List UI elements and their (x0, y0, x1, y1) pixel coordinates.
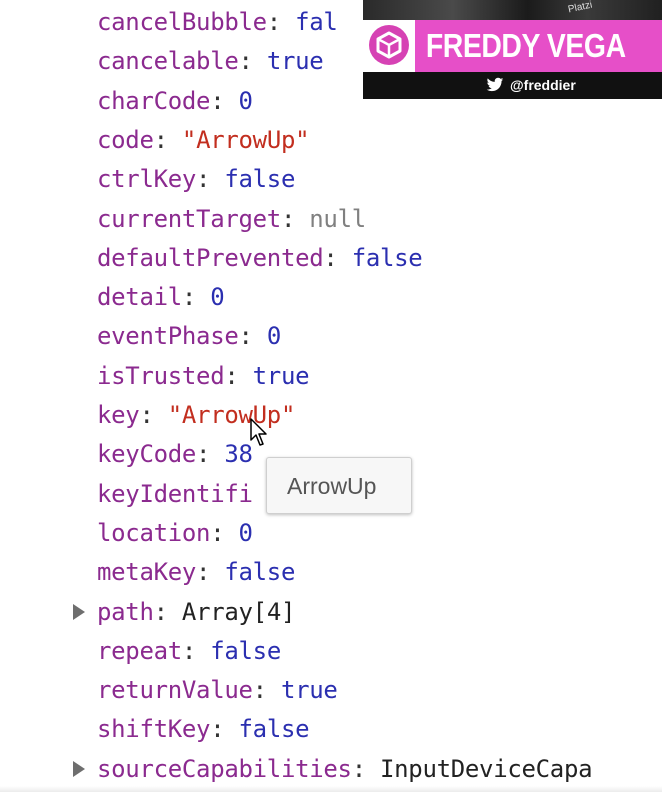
property-separator: : (153, 597, 182, 626)
property-value: false (238, 715, 310, 744)
property-value: true (266, 47, 324, 76)
property-key: eventPhase (97, 322, 239, 351)
property-value: "ArrowUp" (181, 125, 310, 154)
property-row[interactable]: keyCode: 38 (97, 435, 253, 473)
property-row[interactable]: shiftKey: false (97, 710, 310, 748)
property-row[interactable]: keyIdentifi (97, 475, 253, 513)
property-value: false (351, 243, 423, 272)
property-row[interactable]: charCode: 0 (97, 82, 253, 120)
property-key: charCode (97, 86, 211, 115)
property-value: false (210, 636, 281, 665)
console-object-properties: cancelBubble: fal cancelable: true charCod… (0, 0, 662, 792)
property-row[interactable]: path: Array[4] (97, 593, 295, 631)
property-row[interactable]: cancelBubble: fal (97, 3, 338, 41)
brand-text: Platzi (567, 0, 594, 16)
property-value: 0 (210, 283, 225, 312)
property-separator: : (196, 440, 225, 469)
expand-arrow-icon[interactable] (73, 760, 85, 777)
property-value: 0 (238, 518, 253, 547)
property-separator: : (238, 47, 267, 76)
value-tooltip: ArrowUp (266, 457, 412, 514)
property-separator: : (238, 322, 267, 351)
property-separator: : (139, 401, 168, 429)
bottom-edge (0, 786, 662, 792)
property-key: returnValue (97, 676, 253, 705)
property-value: 0 (238, 86, 253, 115)
property-separator: : (196, 165, 225, 194)
streamer-name: FREDDY VEGA (425, 27, 626, 64)
property-row[interactable]: location: 0 (97, 514, 253, 552)
property-value: 0 (266, 322, 281, 351)
mouse-pointer-icon (250, 418, 267, 446)
property-value: true (252, 361, 310, 390)
property-row[interactable]: code: "ArrowUp" (97, 121, 310, 159)
property-separator: : (280, 204, 310, 233)
property-value: "ArrowUp" (167, 401, 296, 429)
property-row[interactable]: cancelable: true (97, 42, 324, 80)
property-separator: : (210, 518, 239, 547)
property-row[interactable]: defaultPrevented: false (97, 239, 423, 277)
property-key: keyCode (97, 440, 197, 469)
property-key: shiftKey (97, 715, 211, 744)
twitter-icon (486, 77, 504, 92)
webcam-photo: Platzi (363, 0, 662, 20)
property-separator: : (210, 86, 239, 115)
property-separator: : (196, 558, 225, 587)
logo-box (363, 20, 415, 72)
property-value: null (309, 204, 366, 233)
property-key: currentTarget (97, 204, 281, 233)
property-row[interactable]: sourceCapabilities: InputDeviceCapa (97, 750, 593, 788)
property-value: InputDeviceCapa (380, 754, 593, 783)
property-key: metaKey (97, 558, 197, 587)
property-key: keyIdentifi (97, 479, 253, 508)
property-key: key (97, 401, 140, 429)
property-separator: : (323, 243, 352, 272)
property-separator: : (252, 676, 281, 705)
property-value: false (224, 165, 296, 194)
property-value: true (280, 676, 338, 705)
property-row[interactable]: isTrusted: true (97, 357, 310, 395)
property-separator: : (210, 715, 239, 744)
property-key: cancelable (97, 47, 239, 76)
property-key: cancelBubble (97, 8, 267, 36)
handle-bar: @freddier (363, 72, 662, 99)
property-value: 38 (224, 440, 253, 469)
property-row[interactable]: repeat: false (97, 632, 281, 670)
property-key: code (97, 125, 154, 154)
property-key: ctrlKey (97, 165, 197, 194)
property-separator: : (224, 361, 253, 390)
property-key: defaultPrevented (97, 243, 324, 272)
property-separator: : (181, 283, 211, 312)
property-key: isTrusted (97, 361, 225, 390)
property-row[interactable]: detail: 0 (97, 278, 225, 316)
property-row[interactable]: returnValue: true (97, 671, 338, 709)
property-value: fal (295, 8, 338, 36)
twitter-handle: @freddier (510, 77, 576, 93)
expand-arrow-icon[interactable] (73, 603, 85, 620)
platzi-logo-icon (369, 25, 409, 65)
streamer-overlay: Platzi FREDDY VEGA @freddier (363, 0, 662, 99)
property-separator: : (181, 636, 211, 665)
property-key: repeat (97, 636, 182, 665)
property-key: sourceCapabilities (97, 754, 352, 783)
tooltip-text: ArrowUp (287, 473, 377, 499)
property-row[interactable]: ctrlKey: false (97, 160, 295, 198)
property-separator: : (153, 125, 182, 154)
property-key: location (97, 518, 211, 547)
property-value: false (224, 558, 296, 587)
property-key: path (97, 597, 154, 626)
property-value: Array[4] (181, 597, 296, 626)
property-row[interactable]: metaKey: false (97, 553, 295, 591)
property-separator: : (266, 8, 296, 36)
property-row[interactable]: eventPhase: 0 (97, 317, 281, 355)
property-key: detail (97, 283, 182, 312)
property-separator: : (351, 754, 380, 783)
property-row[interactable]: currentTarget: null (97, 200, 366, 238)
